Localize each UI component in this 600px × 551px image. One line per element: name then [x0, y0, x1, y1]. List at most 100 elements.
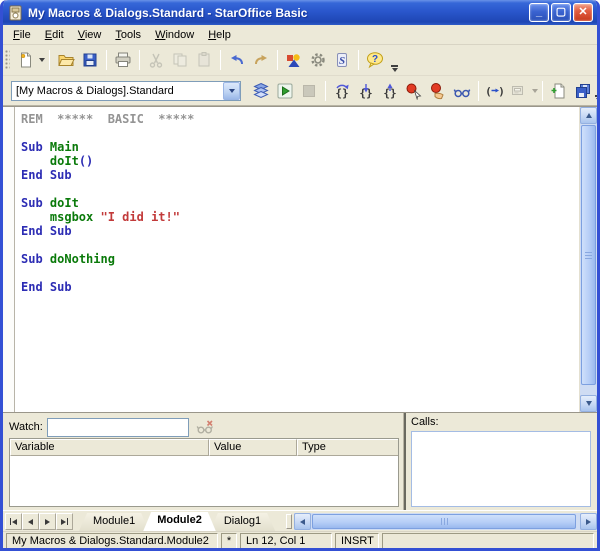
- vertical-scrollbar[interactable]: [579, 107, 597, 412]
- library-combobox[interactable]: [My Macros & Dialogs].Standard: [11, 80, 241, 101]
- paste-button[interactable]: [192, 48, 216, 72]
- app-icon: [8, 5, 24, 21]
- code-area[interactable]: REM ***** BASIC ***** Sub Main doIt() End…: [15, 107, 579, 412]
- watch-column-value[interactable]: Value: [209, 439, 297, 456]
- tabbar-splitter[interactable]: [286, 514, 292, 529]
- scroll-down-button[interactable]: [580, 395, 597, 412]
- titlebar[interactable]: My Macros & Dialogs.Standard - StarOffic…: [3, 0, 597, 25]
- menu-view[interactable]: View: [71, 27, 109, 43]
- last-tab-button[interactable]: [56, 513, 73, 530]
- combobox-dropdown-button[interactable]: [223, 81, 240, 100]
- first-tab-button[interactable]: [5, 513, 22, 530]
- open-button[interactable]: [54, 48, 78, 72]
- library-combobox-value: [My Macros & Dialogs].Standard: [16, 84, 174, 97]
- macros-button[interactable]: S: [330, 48, 354, 72]
- save-button[interactable]: [78, 48, 102, 72]
- vertical-scroll-thumb[interactable]: [581, 125, 596, 385]
- step-out-button[interactable]: {}: [378, 79, 402, 103]
- settings-button[interactable]: [306, 48, 330, 72]
- gallery-button[interactable]: [282, 48, 306, 72]
- insert-controls-dropdown-arrow[interactable]: [532, 88, 538, 93]
- print-button[interactable]: [111, 48, 135, 72]
- close-button[interactable]: ✕: [573, 3, 593, 22]
- toolbar-separator: [542, 80, 543, 101]
- menu-file[interactable]: File: [6, 27, 38, 43]
- help-button[interactable]: ?: [363, 48, 387, 72]
- remove-watch-button[interactable]: [193, 416, 217, 438]
- manage-breakpoints-icon: [429, 82, 447, 100]
- previous-tab-button[interactable]: [22, 513, 39, 530]
- undo-button[interactable]: [225, 48, 249, 72]
- insert-controls-button[interactable]: [507, 79, 531, 103]
- enable-watch-button[interactable]: [450, 79, 474, 103]
- breakpoint-margin[interactable]: [3, 107, 15, 412]
- next-tab-button[interactable]: [39, 513, 56, 530]
- tab-module1[interactable]: Module1: [79, 513, 149, 531]
- scroll-up-button[interactable]: [580, 107, 597, 124]
- breakpoint-button[interactable]: [402, 79, 426, 103]
- new-document-button[interactable]: [14, 48, 38, 72]
- watch-column-type[interactable]: Type: [297, 439, 398, 456]
- toolbar-separator: [277, 50, 278, 70]
- step-over-button[interactable]: {}: [330, 79, 354, 103]
- copy-button[interactable]: [168, 48, 192, 72]
- menu-edit[interactable]: Edit: [38, 27, 71, 43]
- chevron-down-icon: [392, 68, 398, 72]
- toolbar-macro: [My Macros & Dialogs].Standard {} {} {} ( ): [3, 76, 597, 106]
- enable-watch-icon: [453, 82, 471, 100]
- new-document-dropdown-arrow[interactable]: [39, 58, 45, 62]
- horizontal-scrollbar[interactable]: [294, 513, 597, 530]
- code-line: End Sub: [21, 224, 72, 238]
- menubar: File Edit View Tools Window Help: [3, 25, 597, 45]
- step-into-icon: {}: [357, 82, 375, 100]
- watch-table-headers: Variable Value Type: [10, 439, 398, 456]
- redo-button[interactable]: [249, 48, 273, 72]
- watch-list[interactable]: [10, 456, 398, 506]
- toolbar-standard: S?: [3, 45, 597, 76]
- undo-icon: [228, 51, 246, 69]
- step-into-button[interactable]: {}: [354, 79, 378, 103]
- maximize-button[interactable]: ▢: [551, 3, 571, 22]
- cut-button[interactable]: [144, 48, 168, 72]
- stop-icon: [300, 82, 318, 100]
- code-line: Sub Main: [21, 140, 79, 154]
- insert-source-text-button[interactable]: [547, 79, 571, 103]
- help-icon: ?: [366, 51, 384, 69]
- vertical-scroll-track[interactable]: [580, 124, 597, 395]
- scroll-left-button[interactable]: [294, 513, 311, 530]
- manage-breakpoints-button[interactable]: [426, 79, 450, 103]
- stop-button[interactable]: [297, 79, 321, 103]
- toolbar-overflow-button[interactable]: [595, 95, 597, 102]
- scroll-right-button[interactable]: [580, 513, 597, 530]
- code-line: REM ***** BASIC *****: [21, 112, 195, 126]
- tab-dialog1[interactable]: Dialog1: [210, 513, 275, 531]
- minimize-button[interactable]: _: [529, 3, 549, 22]
- toolbar-grip[interactable]: [5, 50, 10, 70]
- step-out-icon: {}: [381, 82, 399, 100]
- calls-list[interactable]: [411, 431, 591, 507]
- settings-icon: [309, 51, 327, 69]
- remove-watch-icon: [196, 418, 214, 436]
- menu-tools[interactable]: Tools: [108, 27, 148, 43]
- find-parentheses-button[interactable]: ( ): [483, 79, 507, 103]
- tab-module2[interactable]: Module2: [143, 512, 216, 531]
- status-insert-mode[interactable]: INSRT: [335, 532, 379, 548]
- watch-input[interactable]: [46, 417, 189, 437]
- toolbar-separator: [325, 80, 326, 101]
- horizontal-scroll-thumb[interactable]: [312, 514, 576, 529]
- toolbar-overflow-button[interactable]: [391, 65, 398, 72]
- watch-column-variable[interactable]: Variable: [10, 439, 209, 456]
- calls-panel: Calls:: [406, 413, 597, 510]
- compile-button[interactable]: [249, 79, 273, 103]
- watch-panel: Watch: Variable Value Type: [3, 413, 403, 510]
- run-button[interactable]: [273, 79, 297, 103]
- menu-window[interactable]: Window: [148, 27, 201, 43]
- redo-icon: [252, 51, 270, 69]
- save-source-as-button[interactable]: [571, 79, 595, 103]
- menu-help[interactable]: Help: [201, 27, 238, 43]
- save-icon: [81, 51, 99, 69]
- horizontal-scroll-track[interactable]: [311, 513, 580, 530]
